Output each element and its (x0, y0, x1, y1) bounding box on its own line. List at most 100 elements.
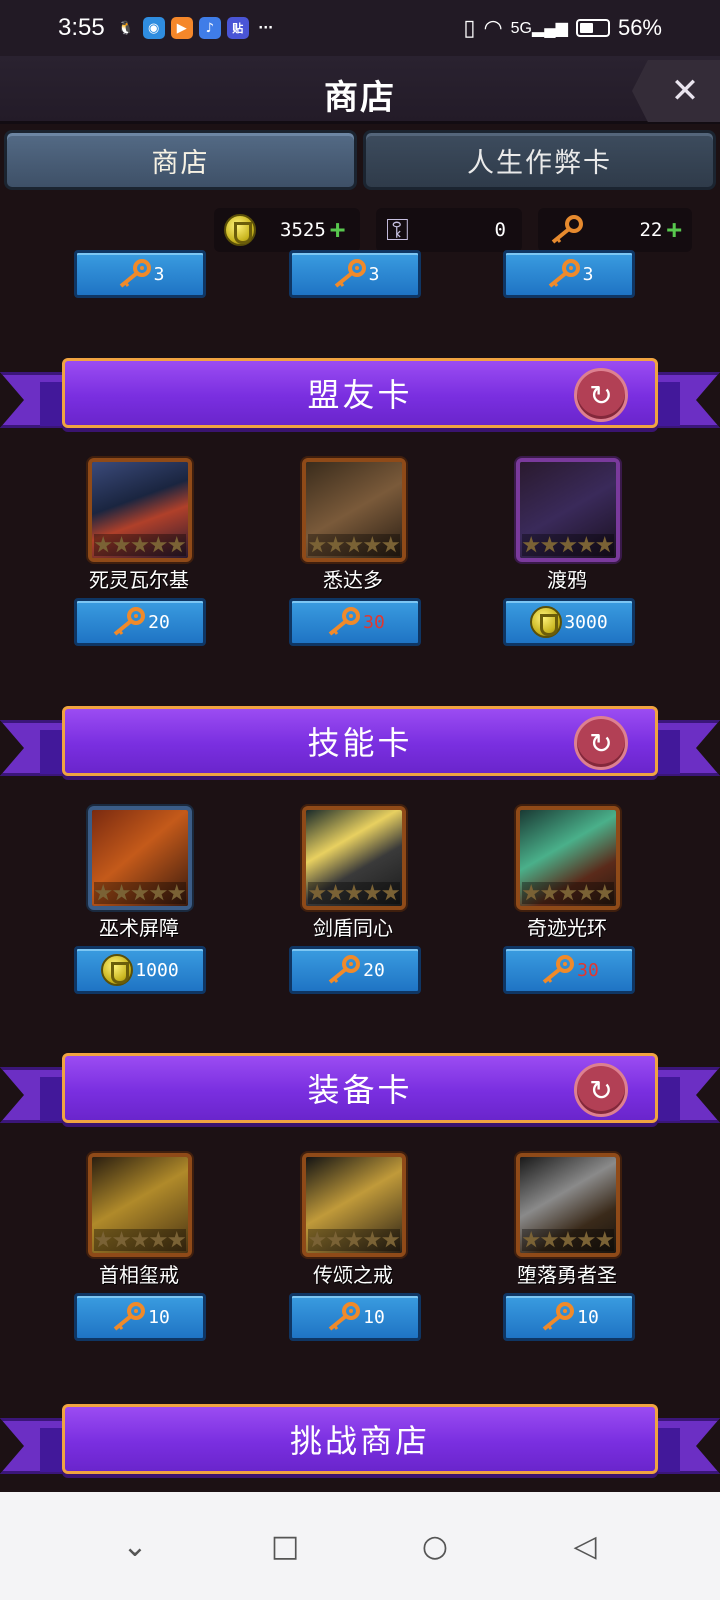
star-icon (149, 536, 167, 553)
price-value: 10 (363, 1306, 385, 1328)
star-icon (577, 1231, 595, 1248)
add-keys-button[interactable]: + (666, 217, 682, 243)
silver-key-icon: ⚿ (386, 212, 409, 248)
key-icon (110, 1302, 146, 1332)
gold-key-balance: 22 + (538, 208, 692, 252)
buy-button[interactable]: 30 (289, 598, 421, 646)
key-icon (116, 259, 152, 289)
key-icon (325, 1302, 361, 1332)
browser-icon: ◉ (142, 17, 165, 39)
challenge-shop-title[interactable]: 挑战商店 (62, 1404, 658, 1474)
price-value: 3 (582, 263, 594, 285)
card-thumbnail[interactable] (302, 458, 406, 562)
star-icon (308, 536, 326, 553)
buy-button[interactable]: 20 (74, 598, 206, 646)
refresh-button[interactable]: ↻ (574, 368, 628, 422)
star-rating (308, 1229, 400, 1251)
vibrate-icon: ▯ (463, 15, 476, 40)
card-name: 悉达多 (323, 568, 383, 592)
coin-icon (101, 954, 134, 986)
star-icon (559, 536, 577, 553)
card-thumbnail[interactable] (88, 458, 192, 562)
star-icon (94, 1231, 112, 1248)
more-icon: ··· (258, 20, 274, 36)
star-icon (382, 536, 400, 553)
star-icon (596, 1231, 614, 1248)
tab-cheat-cards[interactable]: 人生作弊卡 (363, 130, 716, 190)
buy-button[interactable]: 10 (74, 1293, 206, 1341)
card-thumbnail[interactable] (302, 806, 406, 910)
section-banner: 盟友卡 ↻ (0, 352, 720, 448)
key-icon (110, 607, 146, 637)
buy-button[interactable]: 3 (74, 250, 206, 298)
signal-icon: 5G▂▄▆ (510, 20, 568, 37)
video-icon: ▶ (170, 17, 193, 39)
price-value: 3000 (564, 611, 608, 633)
star-icon (596, 536, 614, 553)
app-header: 商店 ✕ (0, 56, 720, 124)
buy-button[interactable]: 3000 (503, 598, 635, 646)
wifi-icon: ◠ (483, 15, 503, 40)
qq-icon: 🐧 (117, 20, 134, 36)
card-thumbnail[interactable] (88, 1153, 192, 1257)
coin-icon (530, 606, 563, 638)
star-rating (308, 534, 400, 556)
star-icon (363, 536, 381, 553)
square-icon[interactable]: □ (255, 1516, 315, 1576)
star-icon (168, 536, 186, 553)
silver-key-balance: ⚿ 0 (376, 208, 522, 252)
silver-key-amount: 0 (494, 219, 506, 241)
star-icon (382, 1231, 400, 1248)
star-icon (559, 1231, 577, 1248)
close-button[interactable]: ✕ (632, 60, 720, 122)
buy-button[interactable]: 30 (503, 946, 635, 994)
star-icon (522, 884, 540, 901)
price-value: 30 (363, 611, 385, 633)
tab-bar: 商店 人生作弊卡 (4, 130, 716, 192)
price-value: 3 (368, 263, 380, 285)
add-coins-button[interactable]: + (330, 217, 346, 243)
music-icon: ♪ (198, 17, 221, 39)
star-icon (345, 536, 363, 553)
card-thumbnail[interactable] (516, 1153, 620, 1257)
buy-button[interactable]: 3 (503, 250, 635, 298)
card-thumbnail[interactable] (88, 806, 192, 910)
star-icon (559, 884, 577, 901)
card-thumbnail[interactable] (516, 806, 620, 910)
price-value: 30 (577, 959, 599, 981)
close-icon: ✕ (670, 71, 700, 111)
star-icon (94, 884, 112, 901)
buy-button[interactable]: 20 (289, 946, 421, 994)
star-icon (326, 884, 345, 901)
key-icon (539, 1302, 575, 1332)
star-icon (149, 1231, 167, 1248)
card-thumbnail[interactable] (302, 1153, 406, 1257)
battery-icon (575, 19, 610, 37)
star-icon (112, 884, 131, 901)
refresh-icon: ↻ (589, 1073, 613, 1107)
circle-icon[interactable]: ○ (405, 1516, 465, 1576)
back-triangle-icon[interactable]: ◁ (555, 1516, 615, 1576)
buy-button[interactable]: 10 (289, 1293, 421, 1341)
tab-shop[interactable]: 商店 (4, 130, 357, 190)
star-icon (326, 536, 345, 553)
key-icon (539, 955, 575, 985)
chevron-down-icon[interactable]: ⌄ (105, 1516, 165, 1576)
buy-button[interactable]: 3 (289, 250, 421, 298)
star-icon (168, 884, 186, 901)
card-name: 死灵瓦尔基 (89, 568, 189, 592)
section-banner: 技能卡 ↻ (0, 700, 720, 796)
refresh-icon: ↻ (589, 726, 613, 760)
star-icon (94, 536, 112, 553)
star-icon (308, 1231, 326, 1248)
star-rating (94, 1229, 186, 1251)
star-icon (522, 1231, 540, 1248)
coin-icon (224, 214, 256, 246)
card-thumbnail[interactable] (516, 458, 620, 562)
refresh-button[interactable]: ↻ (574, 1063, 628, 1117)
buy-button[interactable]: 10 (503, 1293, 635, 1341)
star-rating (522, 1229, 614, 1251)
buy-button[interactable]: 1000 (74, 946, 206, 994)
refresh-button[interactable]: ↻ (574, 716, 628, 770)
price-value: 1000 (135, 959, 179, 981)
